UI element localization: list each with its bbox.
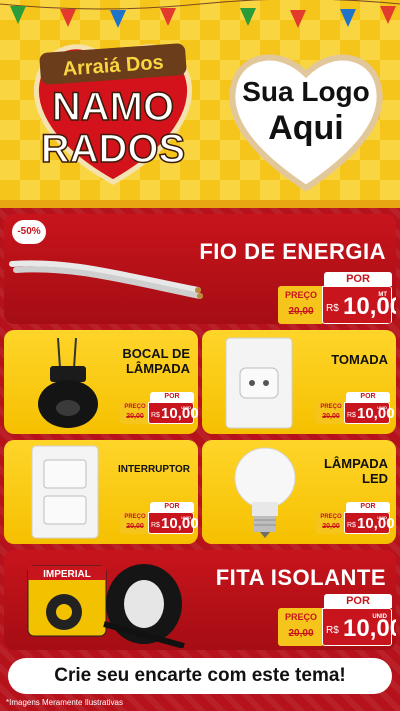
flyer-page: Arraiá Dos NAMO RADOS Sua Logo Aqui -50%…	[0, 0, 400, 711]
preco-label: PREÇO	[284, 612, 317, 622]
discount-badge: -50%	[12, 220, 46, 244]
price-tag-fita: POR PREÇO 20,00 R$ 10,00 UNID	[278, 594, 396, 646]
product-card-fio: -50% FIO DE ENERGIA POR PREÇO 20,00 R$ 1…	[4, 214, 396, 324]
new-price-box: R$ 10,00 UNID	[344, 402, 395, 424]
preco-label: PREÇO	[320, 404, 342, 410]
por-label: POR	[150, 392, 194, 402]
logo-placeholder-text: Sua Logo Aqui	[222, 74, 390, 146]
product-name-lampada: LÂMPADA LED	[324, 456, 388, 486]
new-price-box: R$ 10,00 UNID	[148, 512, 198, 534]
product-name-lampada-line2: LED	[362, 471, 388, 486]
old-price: 20,00	[288, 628, 314, 639]
price-tag-fio: POR PREÇO 20,00 R$ 10,00 MT	[278, 272, 396, 324]
product-name-interruptor: INTERRUPTOR	[117, 464, 190, 475]
header-banner: Arraiá Dos NAMO RADOS Sua Logo Aqui	[0, 0, 400, 208]
old-price: 20,00	[126, 413, 144, 420]
event-logo-badge: Arraiá Dos NAMO RADOS	[33, 43, 193, 185]
new-price-box: R$ 10,00 MT	[322, 286, 396, 324]
por-label: POR	[150, 502, 194, 512]
preco-label: PREÇO	[320, 514, 342, 520]
old-price-box: PREÇO 20,00	[120, 512, 150, 534]
switch-icon	[31, 445, 99, 539]
por-label: POR	[346, 392, 390, 402]
preco-label: PREÇO	[124, 404, 146, 410]
price-tag-tomada: POR PREÇO 20,00 R$ 10,00 UNID	[316, 392, 395, 424]
price-unit: UNID	[372, 614, 387, 620]
product-name-bocal-line2: LÂMPADA	[125, 361, 190, 376]
old-price-box: PREÇO 20,00	[316, 402, 346, 424]
old-price: 20,00	[322, 413, 340, 420]
old-price-box: PREÇO 20,00	[316, 512, 346, 534]
por-label: POR	[324, 594, 392, 608]
price-unit: UNID	[377, 515, 387, 520]
product-card-lampada: LÂMPADA LED POR PREÇO 20,00 R$ 10,00 UNI…	[202, 440, 396, 544]
price-value: 10,00	[357, 515, 395, 532]
price-unit: MT	[378, 292, 387, 298]
old-price-box: PREÇO 20,00	[120, 402, 150, 424]
product-card-interruptor: INTERRUPTOR POR PREÇO 20,00 R$ 10,00 UNI…	[4, 440, 198, 544]
old-price: 20,00	[322, 523, 340, 530]
price-value: 10,00	[343, 615, 396, 642]
outlet-icon	[225, 337, 293, 429]
price-tag-interruptor: POR PREÇO 20,00 R$ 10,00 UNID	[120, 502, 198, 534]
old-price: 20,00	[126, 523, 144, 530]
new-price-box: R$ 10,00 UNID	[344, 512, 395, 534]
cta-banner[interactable]: Crie seu encarte com este tema!	[8, 658, 392, 694]
cable-icon	[9, 260, 203, 299]
logo-placeholder-line2: Aqui	[268, 109, 344, 147]
product-name-bocal-line1: BOCAL DE	[122, 346, 190, 361]
preco-label: PREÇO	[284, 290, 317, 300]
currency: R$	[326, 303, 339, 314]
old-price: 20,00	[288, 306, 314, 317]
festa-junina-flags	[0, 0, 400, 28]
lamp-socket-icon	[38, 338, 98, 428]
price-unit: UNID	[181, 515, 191, 520]
old-price-box: PREÇO 20,00	[278, 608, 324, 646]
preco-label: PREÇO	[124, 514, 146, 520]
price-unit: UNID	[181, 405, 191, 410]
logo-placeholder-line1: Sua Logo	[242, 76, 370, 107]
tape-brand: IMPERIAL	[43, 569, 91, 580]
event-title-line3: RADOS	[41, 127, 185, 171]
price-value: 10,00	[343, 293, 396, 320]
currency: R$	[151, 522, 160, 529]
new-price-box: R$ 10,00 UNID	[148, 402, 198, 424]
tape-icon: IMPERIAL	[27, 564, 185, 648]
price-value: 10,00	[161, 405, 198, 422]
product-card-tomada: TOMADA POR PREÇO 20,00 R$ 10,00 UNID	[202, 330, 396, 434]
product-name-tomada: TOMADA	[331, 352, 388, 367]
product-card-bocal: BOCAL DE LÂMPADA POR PREÇO 20,00 R$ 10,0…	[4, 330, 198, 434]
price-unit: UNID	[377, 405, 387, 410]
disclaimer-text: *Imagens Meramente Ilustrativas	[6, 698, 123, 707]
product-name-fita: FITA ISOLANTE	[215, 565, 386, 590]
new-price-box: R$ 10,00 UNID	[322, 608, 396, 646]
price-value: 10,00	[357, 405, 395, 422]
price-value: 10,00	[161, 515, 198, 532]
old-price-box: PREÇO 20,00	[278, 286, 324, 324]
por-label: POR	[324, 272, 392, 286]
currency: R$	[347, 522, 356, 529]
currency: R$	[347, 412, 356, 419]
product-name-bocal: BOCAL DE LÂMPADA	[122, 346, 190, 376]
product-card-fita: IMPERIAL FITA ISOLANTE POR PREÇO 20,00 R…	[4, 550, 396, 650]
led-bulb-icon	[234, 447, 296, 538]
product-name-fio: FIO DE ENERGIA	[199, 239, 386, 264]
currency: R$	[326, 625, 339, 636]
product-name-lampada-line1: LÂMPADA	[323, 456, 388, 471]
currency: R$	[151, 412, 160, 419]
price-tag-bocal: POR PREÇO 20,00 R$ 10,00 UNID	[120, 392, 198, 424]
event-title-line2: NAMO	[52, 85, 174, 129]
price-tag-lampada: POR PREÇO 20,00 R$ 10,00 UNID	[316, 502, 395, 534]
por-label: POR	[346, 502, 390, 512]
